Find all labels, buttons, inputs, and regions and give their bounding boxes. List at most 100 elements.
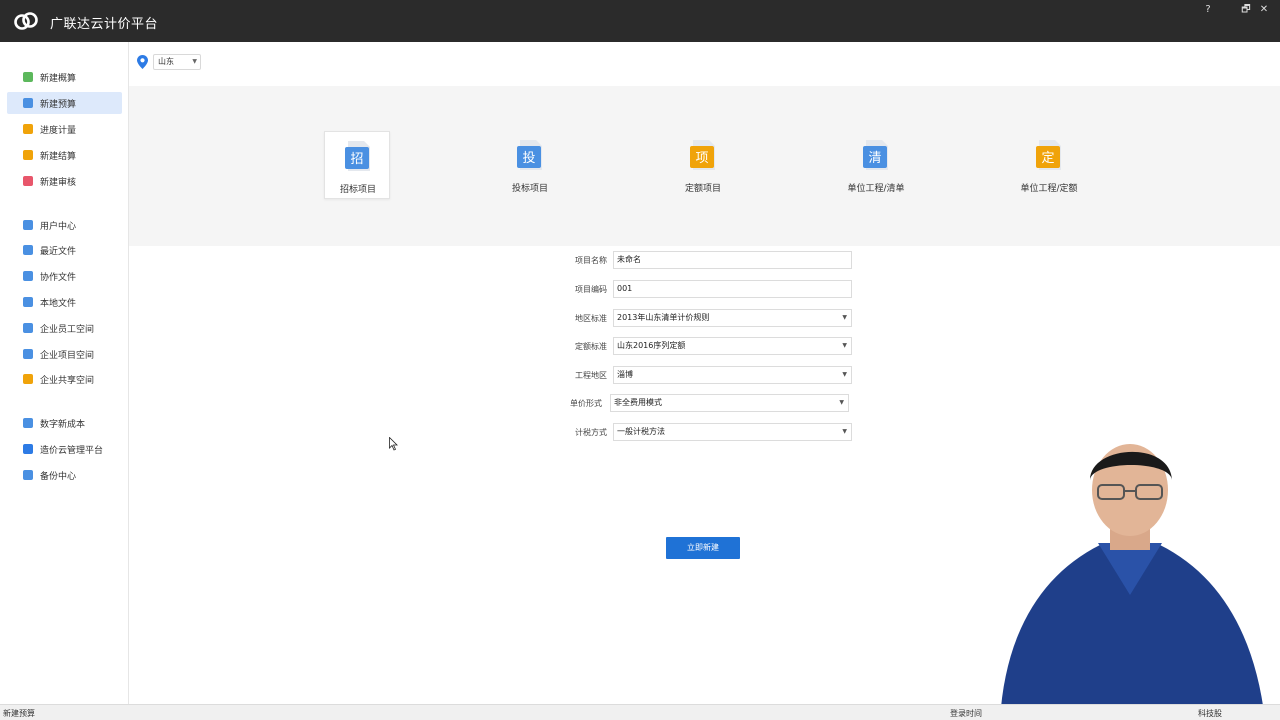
progress-measure-icon <box>23 124 33 134</box>
project-type-glyph: 项 <box>695 151 708 166</box>
project-code-input[interactable]: 001 <box>613 280 852 298</box>
sidebar-item-backup-center[interactable]: 备份中心 <box>7 464 122 486</box>
project-code-value: 001 <box>617 284 633 293</box>
project-type-quota-project[interactable]: 项定额项目 <box>670 131 736 199</box>
sidebar-item-label: 企业员工空间 <box>40 324 95 335</box>
sidebar-item-label: 本地文件 <box>40 298 77 309</box>
sidebar-item-label: 用户中心 <box>40 221 77 232</box>
project-type-label: 定额项目 <box>684 184 721 194</box>
title-bar: 广联达云计价平台 ? 🗗 ✕ <box>0 0 1280 42</box>
sidebar-item-label: 新建审核 <box>40 177 77 188</box>
status-company: 科技股 <box>1198 709 1222 718</box>
sidebar-item-new-audit[interactable]: 新建审核 <box>7 170 122 192</box>
quota-standard-value: 山东2016序列定额 <box>617 341 686 350</box>
price-form-label: 单价形式 <box>570 399 602 408</box>
project-type-glyph: 定 <box>1041 151 1054 166</box>
sidebar-item-label: 企业共享空间 <box>40 375 95 386</box>
sidebar-item-label: 新建结算 <box>40 151 77 162</box>
project-type-label: 招标项目 <box>339 185 376 195</box>
sidebar-item-new-budget[interactable]: 新建预算 <box>7 92 122 114</box>
sidebar-item-local-files[interactable]: 本地文件 <box>7 291 122 313</box>
restore-button[interactable]: 🗗 <box>1238 2 1254 18</box>
status-current-module: 新建预算 <box>3 709 35 718</box>
sidebar-item-digital-cost[interactable]: 数字新成本 <box>7 412 122 434</box>
project-type-unit-bill[interactable]: 清单位工程/清单 <box>843 131 909 199</box>
project-region-value: 淄博 <box>617 370 633 379</box>
sidebar-item-project-space[interactable]: 企业项目空间 <box>7 343 122 365</box>
region-value: 山东 <box>158 57 174 66</box>
region-standard-select[interactable]: 2013年山东清单计价规则 ▼ <box>613 309 852 327</box>
location-pin-icon <box>137 55 148 69</box>
region-standard-value: 2013年山东清单计价规则 <box>617 313 710 322</box>
status-bar: 新建预算 登录时间 科技股 <box>0 704 1280 720</box>
sidebar-item-new-settlement[interactable]: 新建结算 <box>7 144 122 166</box>
sidebar-item-employee-space[interactable]: 企业员工空间 <box>7 317 122 339</box>
project-region-label: 工程地区 <box>575 371 607 380</box>
sidebar-item-new-estimate[interactable]: 新建概算 <box>7 66 122 88</box>
new-settlement-icon <box>23 150 33 160</box>
shared-space-icon <box>23 374 33 384</box>
chevron-down-icon: ▼ <box>842 371 847 378</box>
status-login-time: 登录时间 <box>950 709 982 718</box>
presenter-video-overlay <box>1000 444 1265 720</box>
project-type-panel: 招招标项目 投投标项目 项定额项目 清单位工程/清单 定单位工程/定额 <box>129 86 1280 246</box>
cost-cloud-platform-icon <box>23 444 33 454</box>
sidebar-item-shared-space[interactable]: 企业共享空间 <box>7 368 122 390</box>
price-form-value: 非全费用模式 <box>614 398 662 407</box>
region-dropdown[interactable]: 山东 ▼ <box>153 54 201 70</box>
project-type-bid-project[interactable]: 投投标项目 <box>497 131 563 199</box>
chevron-down-icon: ▼ <box>842 314 847 321</box>
region-standard-label: 地区标准 <box>575 314 607 323</box>
project-name-label: 项目名称 <box>575 256 607 265</box>
sidebar: 新建概算新建预算进度计量新建结算新建审核用户中心最近文件协作文件本地文件企业员工… <box>0 42 129 704</box>
sidebar-item-recent-files[interactable]: 最近文件 <box>7 239 122 261</box>
quota-standard-select[interactable]: 山东2016序列定额 ▼ <box>613 337 852 355</box>
sidebar-item-collab-files[interactable]: 协作文件 <box>7 265 122 287</box>
tender-project-icon: 招 <box>345 141 370 171</box>
project-name-input[interactable]: 未命名 <box>613 251 852 269</box>
sidebar-item-label: 备份中心 <box>40 471 77 482</box>
price-form-select[interactable]: 非全费用模式 ▼ <box>610 394 849 412</box>
sidebar-item-label: 协作文件 <box>40 272 77 283</box>
new-audit-icon <box>23 176 33 186</box>
sidebar-item-progress-measure[interactable]: 进度计量 <box>7 118 122 140</box>
quota-project-icon: 项 <box>690 140 715 170</box>
close-button[interactable]: ✕ <box>1256 2 1272 18</box>
create-now-button[interactable]: 立即新建 <box>666 537 740 559</box>
project-type-glyph: 清 <box>868 151 881 166</box>
sidebar-item-label: 数字新成本 <box>40 419 86 430</box>
collab-files-icon <box>23 271 33 281</box>
chevron-down-icon: ▼ <box>192 58 197 65</box>
backup-center-icon <box>23 470 33 480</box>
tax-method-select[interactable]: 一般计税方法 ▼ <box>613 423 852 441</box>
sidebar-item-label: 进度计量 <box>40 125 77 136</box>
project-type-label: 投标项目 <box>511 184 548 194</box>
sidebar-item-label: 最近文件 <box>40 246 77 257</box>
sidebar-item-label: 造价云管理平台 <box>40 445 104 456</box>
chevron-down-icon: ▼ <box>839 399 844 406</box>
sidebar-item-label: 新建预算 <box>40 99 77 110</box>
sidebar-item-cost-cloud-platform[interactable]: 造价云管理平台 <box>7 438 122 460</box>
help-button[interactable]: ? <box>1200 2 1216 18</box>
project-type-glyph: 招 <box>350 152 363 167</box>
project-type-label: 单位工程/清单 <box>847 184 905 194</box>
digital-cost-icon <box>23 418 33 428</box>
sidebar-item-label: 企业项目空间 <box>40 350 95 361</box>
new-budget-icon <box>23 98 33 108</box>
employee-space-icon <box>23 323 33 333</box>
bid-project-icon: 投 <box>517 140 542 170</box>
project-type-glyph: 投 <box>522 150 535 166</box>
project-type-unit-quota[interactable]: 定单位工程/定额 <box>1016 131 1082 199</box>
tax-method-value: 一般计税方法 <box>617 427 665 436</box>
unit-bill-icon: 清 <box>863 140 888 170</box>
project-space-icon <box>23 349 33 359</box>
sidebar-item-user-center[interactable]: 用户中心 <box>7 214 122 236</box>
project-type-label: 单位工程/定额 <box>1020 184 1078 194</box>
chevron-down-icon: ▼ <box>842 428 847 435</box>
user-center-icon <box>23 220 33 230</box>
project-region-select[interactable]: 淄博 ▼ <box>613 366 852 384</box>
project-type-tender-project[interactable]: 招招标项目 <box>324 131 390 199</box>
tax-method-label: 计税方式 <box>575 428 607 437</box>
sidebar-item-label: 新建概算 <box>40 73 77 84</box>
recent-files-icon <box>23 245 33 255</box>
